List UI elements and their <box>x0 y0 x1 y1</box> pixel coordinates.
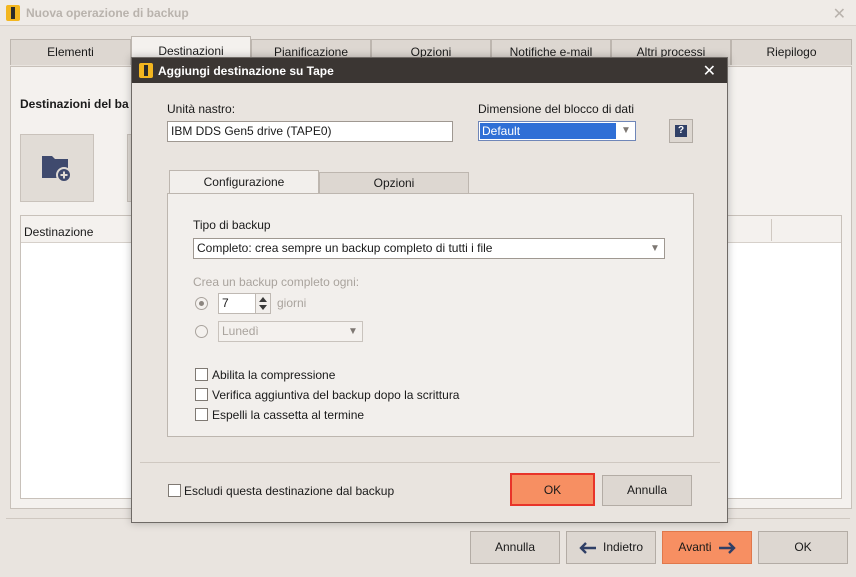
eject-label: Espelli la cassetta al termine <box>212 408 365 422</box>
tape-unit-field[interactable]: IBM DDS Gen5 drive (TAPE0) <box>167 121 453 142</box>
every-days-radio[interactable] <box>195 297 208 310</box>
dialog-titlebar: Aggiungi destinazione su Tape ✕ <box>132 58 727 83</box>
chevron-down-icon: ▼ <box>650 242 660 254</box>
backup-type-value: Completo: crea sempre un backup completo… <box>197 241 493 255</box>
weekday-value: Lunedì <box>222 324 259 338</box>
block-size-select[interactable]: Default ▼ <box>478 121 636 141</box>
weekday-radio[interactable] <box>195 325 208 338</box>
compression-checkbox[interactable] <box>195 368 208 381</box>
stepper-buttons[interactable] <box>255 294 270 313</box>
add-tape-destination-dialog: Aggiungi destinazione su Tape ✕ Unità na… <box>131 57 728 523</box>
weekday-select[interactable]: Lunedì ▼ <box>218 321 363 342</box>
tape-unit-label: Unità nastro: <box>167 102 236 116</box>
app-logo-icon <box>6 5 20 21</box>
tab-riepilogo[interactable]: Riepilogo <box>731 39 852 65</box>
tab-elementi[interactable]: Elementi <box>10 39 131 65</box>
column-destinazione[interactable]: Destinazione <box>24 225 93 239</box>
stepper-up-icon[interactable] <box>259 297 267 302</box>
main-titlebar: Nuova operazione di backup ✕ <box>0 0 856 26</box>
configuration-panel: Tipo di backup Completo: crea sempre un … <box>167 193 694 437</box>
full-backup-every-label: Crea un backup completo ogni: <box>193 275 360 289</box>
exclude-destination-label: Escludi questa destinazione dal backup <box>184 484 395 498</box>
main-ok-button[interactable]: OK <box>758 531 848 564</box>
main-close-icon[interactable]: ✕ <box>833 4 846 24</box>
block-size-label: Dimensione del blocco di dati <box>478 102 635 116</box>
main-window-title: Nuova operazione di backup <box>26 6 189 20</box>
add-folder-icon <box>42 156 72 183</box>
verify-label: Verifica aggiuntiva del backup dopo la s… <box>212 388 460 402</box>
column-divider <box>771 219 772 241</box>
verify-checkbox[interactable] <box>195 388 208 401</box>
main-cancel-button[interactable]: Annulla <box>470 531 560 564</box>
add-destination-button[interactable] <box>20 134 94 202</box>
days-label: giorni <box>277 296 307 310</box>
days-stepper[interactable]: 7 <box>218 293 271 314</box>
arrow-left-icon <box>579 541 596 554</box>
days-value: 7 <box>222 296 229 310</box>
backup-type-label: Tipo di backup <box>193 218 271 232</box>
tab-opzioni-dialog[interactable]: Opzioni <box>319 172 469 194</box>
next-label: Avanti <box>678 540 712 554</box>
dialog-ok-button[interactable]: OK <box>510 473 595 506</box>
help-button[interactable]: ? <box>669 119 693 143</box>
block-size-value: Default <box>480 123 616 139</box>
main-next-button[interactable]: Avanti <box>662 531 752 564</box>
dialog-logo-icon <box>139 63 153 78</box>
back-label: Indietro <box>602 540 644 554</box>
chevron-down-icon: ▼ <box>621 125 631 136</box>
backup-type-select[interactable]: Completo: crea sempre un backup completo… <box>193 238 665 259</box>
help-icon: ? <box>675 125 687 137</box>
main-back-button[interactable]: Indietro <box>566 531 656 564</box>
tab-configurazione[interactable]: Configurazione <box>169 170 319 195</box>
dialog-close-icon[interactable]: ✕ <box>703 61 716 81</box>
destinations-section-title: Destinazioni del ba <box>20 97 129 111</box>
exclude-destination-checkbox[interactable] <box>168 484 181 497</box>
dialog-divider <box>140 462 720 463</box>
stepper-down-icon[interactable] <box>259 305 267 310</box>
eject-checkbox[interactable] <box>195 408 208 421</box>
dialog-cancel-button[interactable]: Annulla <box>602 475 692 506</box>
chevron-down-icon: ▼ <box>348 325 358 337</box>
dialog-title: Aggiungi destinazione su Tape <box>158 64 334 78</box>
compression-label: Abilita la compressione <box>212 368 336 382</box>
arrow-right-icon <box>718 541 736 554</box>
